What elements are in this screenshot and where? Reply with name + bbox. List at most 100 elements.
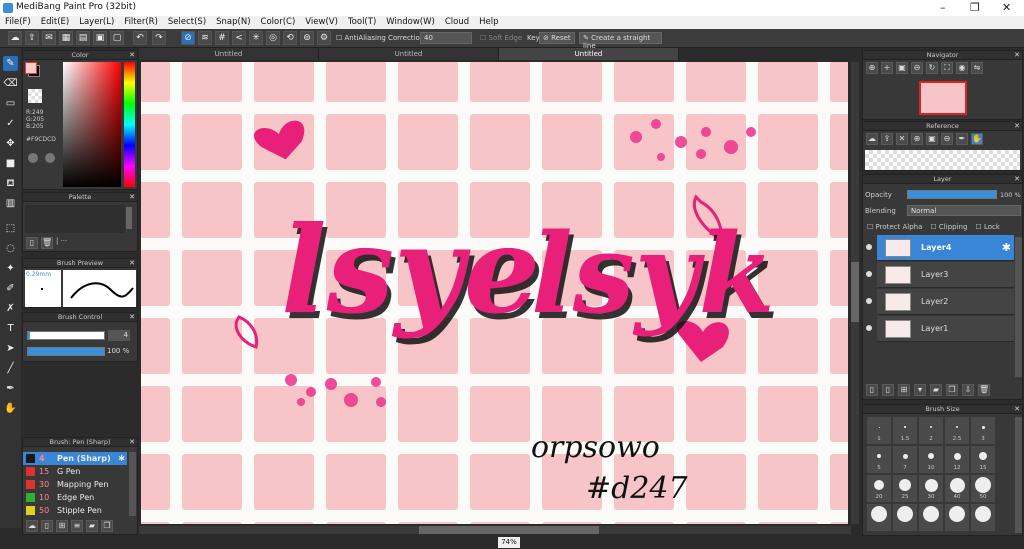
brush-size-cell[interactable]: 50 [971, 475, 995, 502]
brush-cloud-icon[interactable]: ☁ [26, 520, 38, 532]
brush-item[interactable]: 4 Pen (Sharp) ✱ [23, 452, 127, 465]
zoom-plus-icon[interactable]: + [881, 62, 893, 74]
menu-filter[interactable]: Filter(R) [119, 16, 163, 29]
ref-cloud-icon[interactable]: ☁ [866, 133, 878, 145]
menu-cloud[interactable]: Cloud [440, 16, 474, 29]
menu-tool[interactable]: Tool(T) [343, 16, 381, 29]
panel-close-icon[interactable]: ✕ [129, 259, 135, 267]
select-rect-icon[interactable]: ⬚ [3, 221, 18, 236]
gear-icon[interactable]: ✱ [118, 454, 127, 463]
brush-size-cell[interactable] [893, 504, 917, 531]
brush-settings-icon[interactable]: ≡ [71, 520, 83, 532]
antialias-checkbox[interactable]: ☐ AntiAliasing [336, 34, 386, 42]
eyedropper-icon[interactable]: ✒ [3, 381, 18, 396]
reset-button[interactable]: ⊘ Reset [539, 32, 575, 44]
brush-size-cell[interactable] [867, 504, 891, 531]
ref-zoom-out-icon[interactable]: ⊖ [941, 133, 953, 145]
ref-open-icon[interactable]: ⇪ [881, 133, 893, 145]
zoom-out-icon[interactable]: ⊖ [911, 62, 923, 74]
select-pen-icon[interactable]: ✐ [3, 281, 18, 296]
panel-close-icon[interactable]: ✕ [129, 313, 135, 321]
brush-size-cell[interactable]: 15 [971, 446, 995, 473]
brush-size-cell[interactable] [971, 504, 995, 531]
visibility-icon[interactable] [866, 325, 872, 331]
document-canvas[interactable]: lsye lsye lsyk lsyk orpsowo #d247 [141, 62, 848, 524]
gear-icon[interactable]: ✱ [1002, 241, 1011, 254]
undo-icon[interactable]: ↶ [133, 31, 147, 45]
hue-slider[interactable] [124, 62, 135, 187]
brush-size-cell[interactable] [919, 504, 943, 531]
frame-icon[interactable]: ▢ [110, 31, 124, 45]
layer-add-icon[interactable]: ⊞ [898, 384, 910, 396]
soft-edge-checkbox[interactable]: ☐ Soft Edge [480, 34, 522, 42]
menu-edit[interactable]: Edit(E) [36, 16, 74, 29]
brush-add-icon[interactable]: ⊞ [56, 520, 68, 532]
brush-size-cell[interactable]: 2 [919, 417, 943, 444]
fit-icon[interactable]: ▣ [896, 62, 908, 74]
transparent-swatch[interactable] [28, 89, 42, 103]
panel-close-icon[interactable]: ✕ [129, 438, 135, 446]
correction-select[interactable]: 40 [420, 32, 472, 44]
brush-opacity-slider[interactable] [27, 347, 105, 356]
snap-parallel-icon[interactable]: ≋ [198, 31, 212, 45]
brush-size-cell[interactable]: 1.5 [893, 417, 917, 444]
layer-row-layer3[interactable]: Layer3 [866, 262, 1014, 288]
brush-item[interactable]: 50 Stipple Pen [23, 504, 127, 517]
panel-close-icon[interactable]: ✕ [129, 193, 135, 201]
maximize-button[interactable]: ❐ [970, 1, 980, 14]
snap-grid-icon[interactable]: # [215, 31, 229, 45]
delete-layer-icon[interactable]: 🗑 [978, 384, 990, 396]
layer-duplicate-icon[interactable]: ❐ [946, 384, 958, 396]
brush-size-cell[interactable]: 40 [945, 475, 969, 502]
ref-dropper-icon[interactable]: ✒ [956, 133, 968, 145]
brush-size-slider[interactable] [27, 331, 105, 340]
brush-item[interactable]: 30 Mapping Pen [23, 478, 127, 491]
panel-close-icon[interactable]: ✕ [1014, 122, 1020, 130]
ref-fit-icon[interactable]: ▣ [926, 133, 938, 145]
canvas-h-scrollbar[interactable] [139, 526, 851, 534]
ref-close-icon[interactable]: ✕ [896, 133, 908, 145]
layer-merge-icon[interactable]: ⇩ [962, 384, 974, 396]
palette-area[interactable] [25, 205, 125, 233]
visibility-icon[interactable] [866, 298, 872, 304]
menu-snap[interactable]: Snap(N) [211, 16, 255, 29]
ref-hand-icon[interactable]: ✋ [971, 133, 983, 145]
snap-ellipse-icon[interactable]: ⊚ [300, 31, 314, 45]
ref-zoom-in-icon[interactable]: ⊕ [911, 133, 923, 145]
tab-untitled-1[interactable]: Untitled [139, 48, 319, 60]
cloud-icon[interactable]: ☁ [8, 31, 22, 45]
snap-radial-icon[interactable]: ✳ [249, 31, 263, 45]
layer-scrollbar[interactable] [1015, 237, 1022, 377]
select-eraser-icon[interactable]: ✗ [3, 301, 18, 316]
text-tool-icon[interactable]: T [3, 321, 18, 336]
menu-color[interactable]: Color(C) [256, 16, 301, 29]
visibility-icon[interactable] [866, 244, 872, 250]
brush-size-cell[interactable]: 5 [867, 446, 891, 473]
layer-row-layer2[interactable]: Layer2 [866, 289, 1014, 315]
brush-size-cell[interactable]: 7 [893, 446, 917, 473]
upload-icon[interactable]: ⇪ [25, 31, 39, 45]
canvas-v-scrollbar[interactable] [851, 62, 859, 524]
brush-item[interactable]: 10 Edge Pen [23, 491, 127, 504]
tab-untitled-2[interactable]: Untitled [319, 48, 499, 60]
clipping-checkbox[interactable]: ☐ Clipping [930, 223, 967, 231]
brush-size-cell[interactable]: 30 [919, 475, 943, 502]
grid-icon[interactable]: ▦ [59, 31, 73, 45]
menu-help[interactable]: Help [474, 16, 503, 29]
menu-window[interactable]: Window(W) [381, 16, 440, 29]
layout-icon[interactable]: ▣ [93, 31, 107, 45]
straight-line-button[interactable]: ✎ Create a straight line [579, 32, 662, 50]
panel-close-icon[interactable]: ✕ [129, 51, 135, 59]
layer-row-layer1[interactable]: Layer1 [866, 316, 1014, 342]
brush-size-cell[interactable]: 1 [867, 417, 891, 444]
layer-opacity-slider[interactable] [907, 190, 997, 199]
close-button[interactable]: ✕ [1002, 1, 1011, 14]
minimize-button[interactable]: – [940, 1, 946, 14]
tab-untitled-3[interactable]: Untitled [499, 48, 679, 60]
reset-view-icon[interactable]: ◉ [956, 62, 968, 74]
brush-size-cell[interactable] [945, 504, 969, 531]
delete-palette-icon[interactable]: 🗑 [41, 237, 53, 249]
menu-layer[interactable]: Layer(L) [74, 16, 119, 29]
snap-perspective-icon[interactable]: < [232, 31, 246, 45]
color-set-icon[interactable] [45, 153, 55, 163]
